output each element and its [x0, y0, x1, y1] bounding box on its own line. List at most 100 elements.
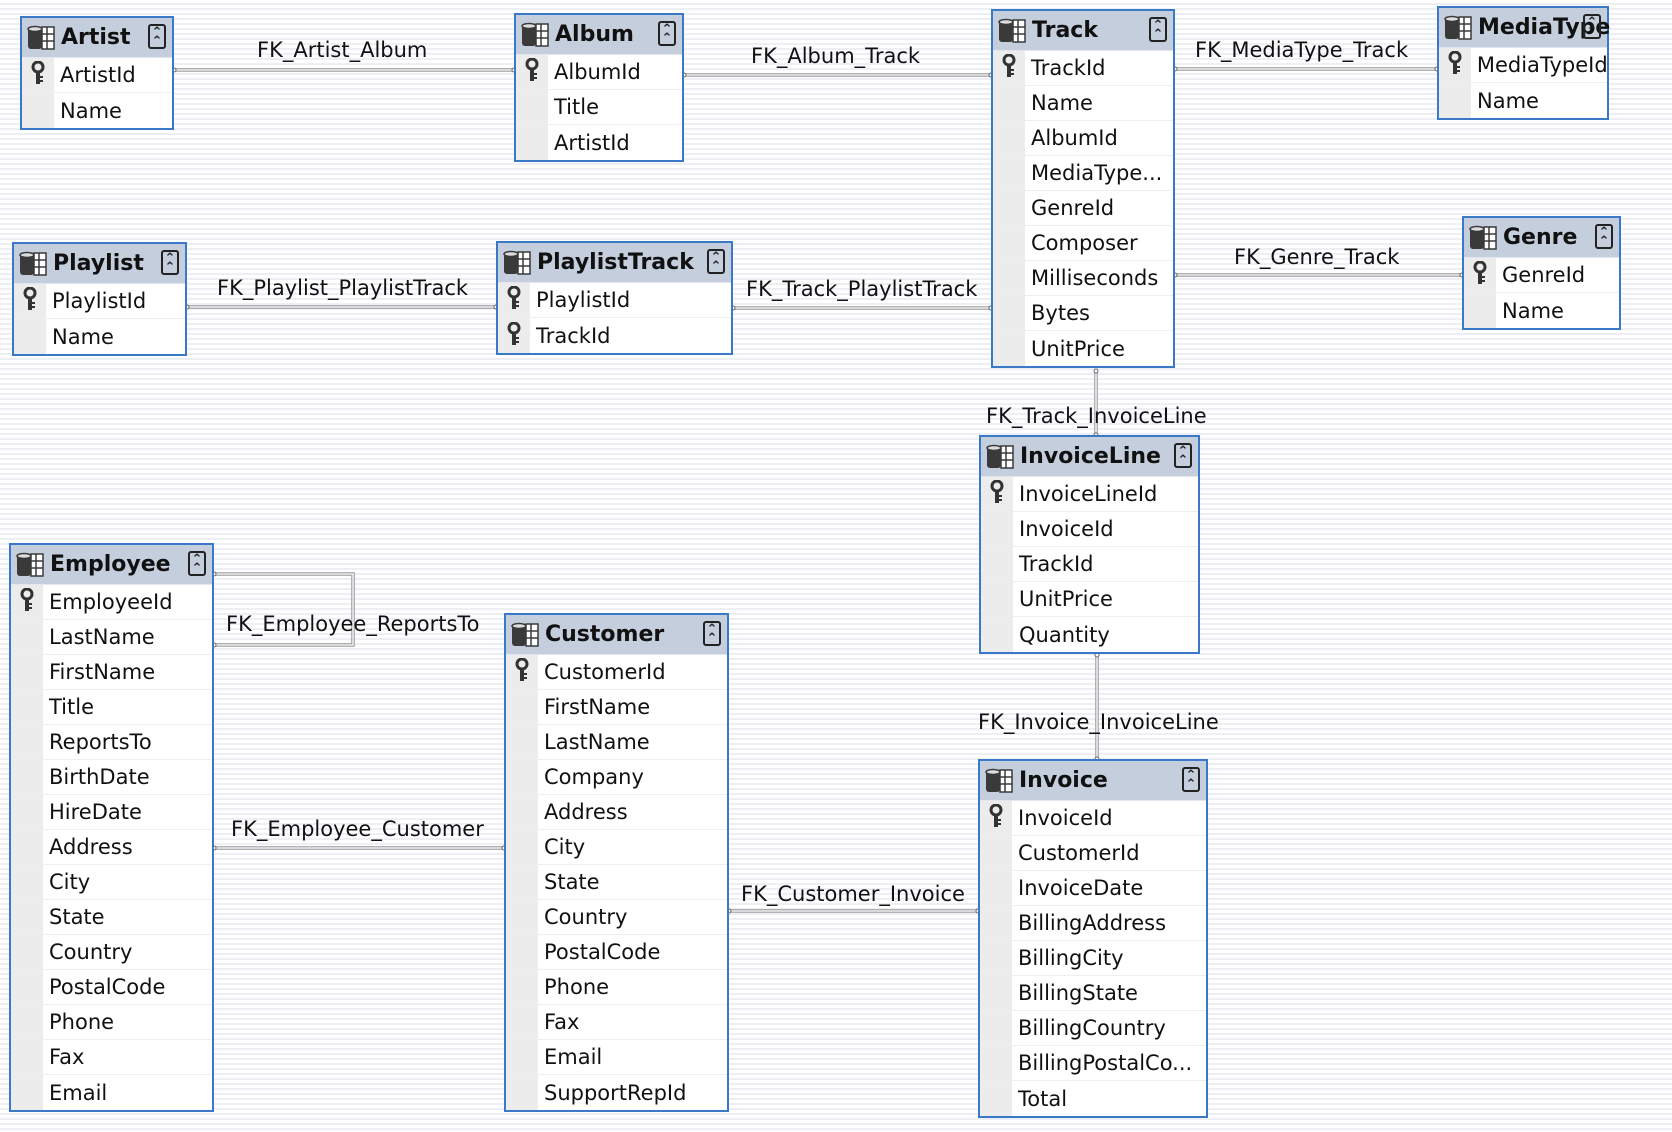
column-row[interactable]: PlaylistId: [498, 283, 731, 318]
column-row[interactable]: ReportsTo: [11, 725, 212, 760]
table-header[interactable]: Playlist ⌃ ⌃: [14, 244, 185, 284]
column-row[interactable]: PostalCode: [506, 935, 727, 970]
column-row[interactable]: HireDate: [11, 795, 212, 830]
column-row[interactable]: Country: [506, 900, 727, 935]
column-row[interactable]: MediaType...: [993, 156, 1173, 191]
column-row[interactable]: ArtistId: [22, 58, 172, 93]
collapse-chevron-icon[interactable]: ⌃ ⌃: [1182, 767, 1200, 792]
column-row[interactable]: Title: [516, 90, 682, 125]
column-row[interactable]: BillingAddress: [980, 906, 1206, 941]
column-row[interactable]: Company: [506, 760, 727, 795]
table-invoiceline[interactable]: InvoiceLine ⌃ ⌃ InvoiceLineId InvoiceId Track…: [979, 435, 1200, 654]
table-header[interactable]: Customer ⌃ ⌃: [506, 615, 727, 655]
column-row[interactable]: Name: [22, 93, 172, 128]
rel-label-playlist-playlisttrack[interactable]: FK_Playlist_PlaylistTrack: [217, 276, 468, 300]
column-row[interactable]: Composer: [993, 226, 1173, 261]
collapse-chevron-icon[interactable]: ⌃ ⌃: [1149, 17, 1167, 42]
rel-label-employee-customer[interactable]: FK_Employee_Customer: [231, 817, 484, 841]
collapse-chevron-icon[interactable]: ⌃ ⌃: [1595, 224, 1613, 249]
column-row[interactable]: BillingCity: [980, 941, 1206, 976]
table-track[interactable]: Track ⌃ ⌃ TrackId Name AlbumId MediaType... Gen…: [991, 9, 1175, 368]
column-row[interactable]: PlaylistId: [14, 284, 185, 319]
collapse-chevron-icon[interactable]: ⌃ ⌃: [1174, 443, 1192, 468]
column-row[interactable]: PostalCode: [11, 970, 212, 1005]
column-row[interactable]: AlbumId: [993, 121, 1173, 156]
column-row[interactable]: UnitPrice: [993, 331, 1173, 366]
rel-label-genre-track[interactable]: FK_Genre_Track: [1234, 245, 1399, 269]
rel-label-track-playlisttrack[interactable]: FK_Track_PlaylistTrack: [746, 277, 977, 301]
column-row[interactable]: Email: [11, 1075, 212, 1110]
table-mediatype[interactable]: MediaType ⌃ ⌃ MediaTypeId Name: [1437, 6, 1610, 120]
column-row[interactable]: Phone: [506, 970, 727, 1005]
collapse-chevron-icon[interactable]: ⌃ ⌃: [707, 249, 725, 274]
table-customer[interactable]: Customer ⌃ ⌃ CustomerId FirstName LastName Com…: [504, 613, 729, 1112]
column-row[interactable]: InvoiceId: [981, 512, 1198, 547]
table-playlisttrack[interactable]: PlaylistTrack ⌃ ⌃ PlaylistId TrackId: [496, 241, 733, 355]
column-row[interactable]: TrackId: [981, 547, 1198, 582]
column-row[interactable]: BillingState: [980, 976, 1206, 1011]
column-row[interactable]: Bytes: [993, 296, 1173, 331]
column-row[interactable]: City: [11, 865, 212, 900]
column-row[interactable]: Address: [11, 830, 212, 865]
column-row[interactable]: City: [506, 830, 727, 865]
column-row[interactable]: State: [11, 900, 212, 935]
column-row[interactable]: Name: [1439, 83, 1607, 118]
column-row[interactable]: Quantity: [981, 617, 1198, 652]
table-employee[interactable]: Employee ⌃ ⌃ EmployeeId LastName FirstName Tit…: [9, 543, 214, 1112]
column-row[interactable]: Phone: [11, 1005, 212, 1040]
column-row[interactable]: Country: [11, 935, 212, 970]
column-row[interactable]: Fax: [11, 1040, 212, 1075]
column-row[interactable]: GenreId: [993, 191, 1173, 226]
column-row[interactable]: FirstName: [11, 655, 212, 690]
column-row[interactable]: InvoiceDate: [980, 871, 1206, 906]
column-row[interactable]: GenreId: [1464, 258, 1619, 293]
column-row[interactable]: Total: [980, 1081, 1206, 1116]
column-row[interactable]: BillingPostalCo...: [980, 1046, 1206, 1081]
column-row[interactable]: SupportRepId: [506, 1075, 727, 1110]
collapse-chevron-icon[interactable]: ⌃ ⌃: [148, 24, 166, 49]
table-header[interactable]: Employee ⌃ ⌃: [11, 545, 212, 585]
column-row[interactable]: Address: [506, 795, 727, 830]
rel-label-employee-reportsto[interactable]: FK_Employee_ReportsTo: [226, 612, 480, 636]
column-row[interactable]: EmployeeId: [11, 585, 212, 620]
table-header[interactable]: PlaylistTrack ⌃ ⌃: [498, 243, 731, 283]
column-row[interactable]: LastName: [11, 620, 212, 655]
collapse-chevron-icon[interactable]: ⌃ ⌃: [703, 621, 721, 646]
collapse-chevron-icon[interactable]: ⌃ ⌃: [1583, 14, 1601, 39]
rel-label-artist-album[interactable]: FK_Artist_Album: [257, 38, 427, 62]
column-row[interactable]: TrackId: [993, 51, 1173, 86]
table-header[interactable]: Genre ⌃ ⌃: [1464, 218, 1619, 258]
column-row[interactable]: Fax: [506, 1005, 727, 1040]
rel-label-album-track[interactable]: FK_Album_Track: [751, 44, 920, 68]
column-row[interactable]: Name: [1464, 293, 1619, 328]
column-row[interactable]: UnitPrice: [981, 582, 1198, 617]
rel-label-track-invoiceline[interactable]: FK_Track_InvoiceLine: [986, 404, 1207, 428]
column-row[interactable]: Milliseconds: [993, 261, 1173, 296]
column-row[interactable]: FirstName: [506, 690, 727, 725]
column-row[interactable]: BillingCountry: [980, 1011, 1206, 1046]
column-row[interactable]: LastName: [506, 725, 727, 760]
column-row[interactable]: AlbumId: [516, 55, 682, 90]
collapse-chevron-icon[interactable]: ⌃ ⌃: [658, 21, 676, 46]
table-header[interactable]: Invoice ⌃ ⌃: [980, 761, 1206, 801]
rel-label-mediatype-track[interactable]: FK_MediaType_Track: [1195, 38, 1408, 62]
column-row[interactable]: InvoiceLineId: [981, 477, 1198, 512]
table-header[interactable]: Track ⌃ ⌃: [993, 11, 1173, 51]
table-header[interactable]: Artist ⌃ ⌃: [22, 18, 172, 58]
rel-label-customer-invoice[interactable]: FK_Customer_Invoice: [741, 882, 965, 906]
rel-label-invoice-invoiceline[interactable]: FK_Invoice_InvoiceLine: [978, 710, 1219, 734]
diagram-canvas[interactable]: FK_Artist_Album FK_Album_Track FK_MediaT…: [0, 0, 1672, 1132]
column-row[interactable]: Email: [506, 1040, 727, 1075]
column-row[interactable]: TrackId: [498, 318, 731, 353]
table-artist[interactable]: Artist ⌃ ⌃ ArtistId Name: [20, 16, 174, 130]
table-genre[interactable]: Genre ⌃ ⌃ GenreId Name: [1462, 216, 1621, 330]
column-row[interactable]: CustomerId: [506, 655, 727, 690]
collapse-chevron-icon[interactable]: ⌃ ⌃: [188, 551, 206, 576]
column-row[interactable]: Name: [14, 319, 185, 354]
column-row[interactable]: Name: [993, 86, 1173, 121]
table-playlist[interactable]: Playlist ⌃ ⌃ PlaylistId Name: [12, 242, 187, 356]
table-album[interactable]: Album ⌃ ⌃ AlbumId Title ArtistId: [514, 13, 684, 162]
column-row[interactable]: State: [506, 865, 727, 900]
table-invoice[interactable]: Invoice ⌃ ⌃ InvoiceId CustomerId InvoiceDate B…: [978, 759, 1208, 1118]
column-row[interactable]: InvoiceId: [980, 801, 1206, 836]
